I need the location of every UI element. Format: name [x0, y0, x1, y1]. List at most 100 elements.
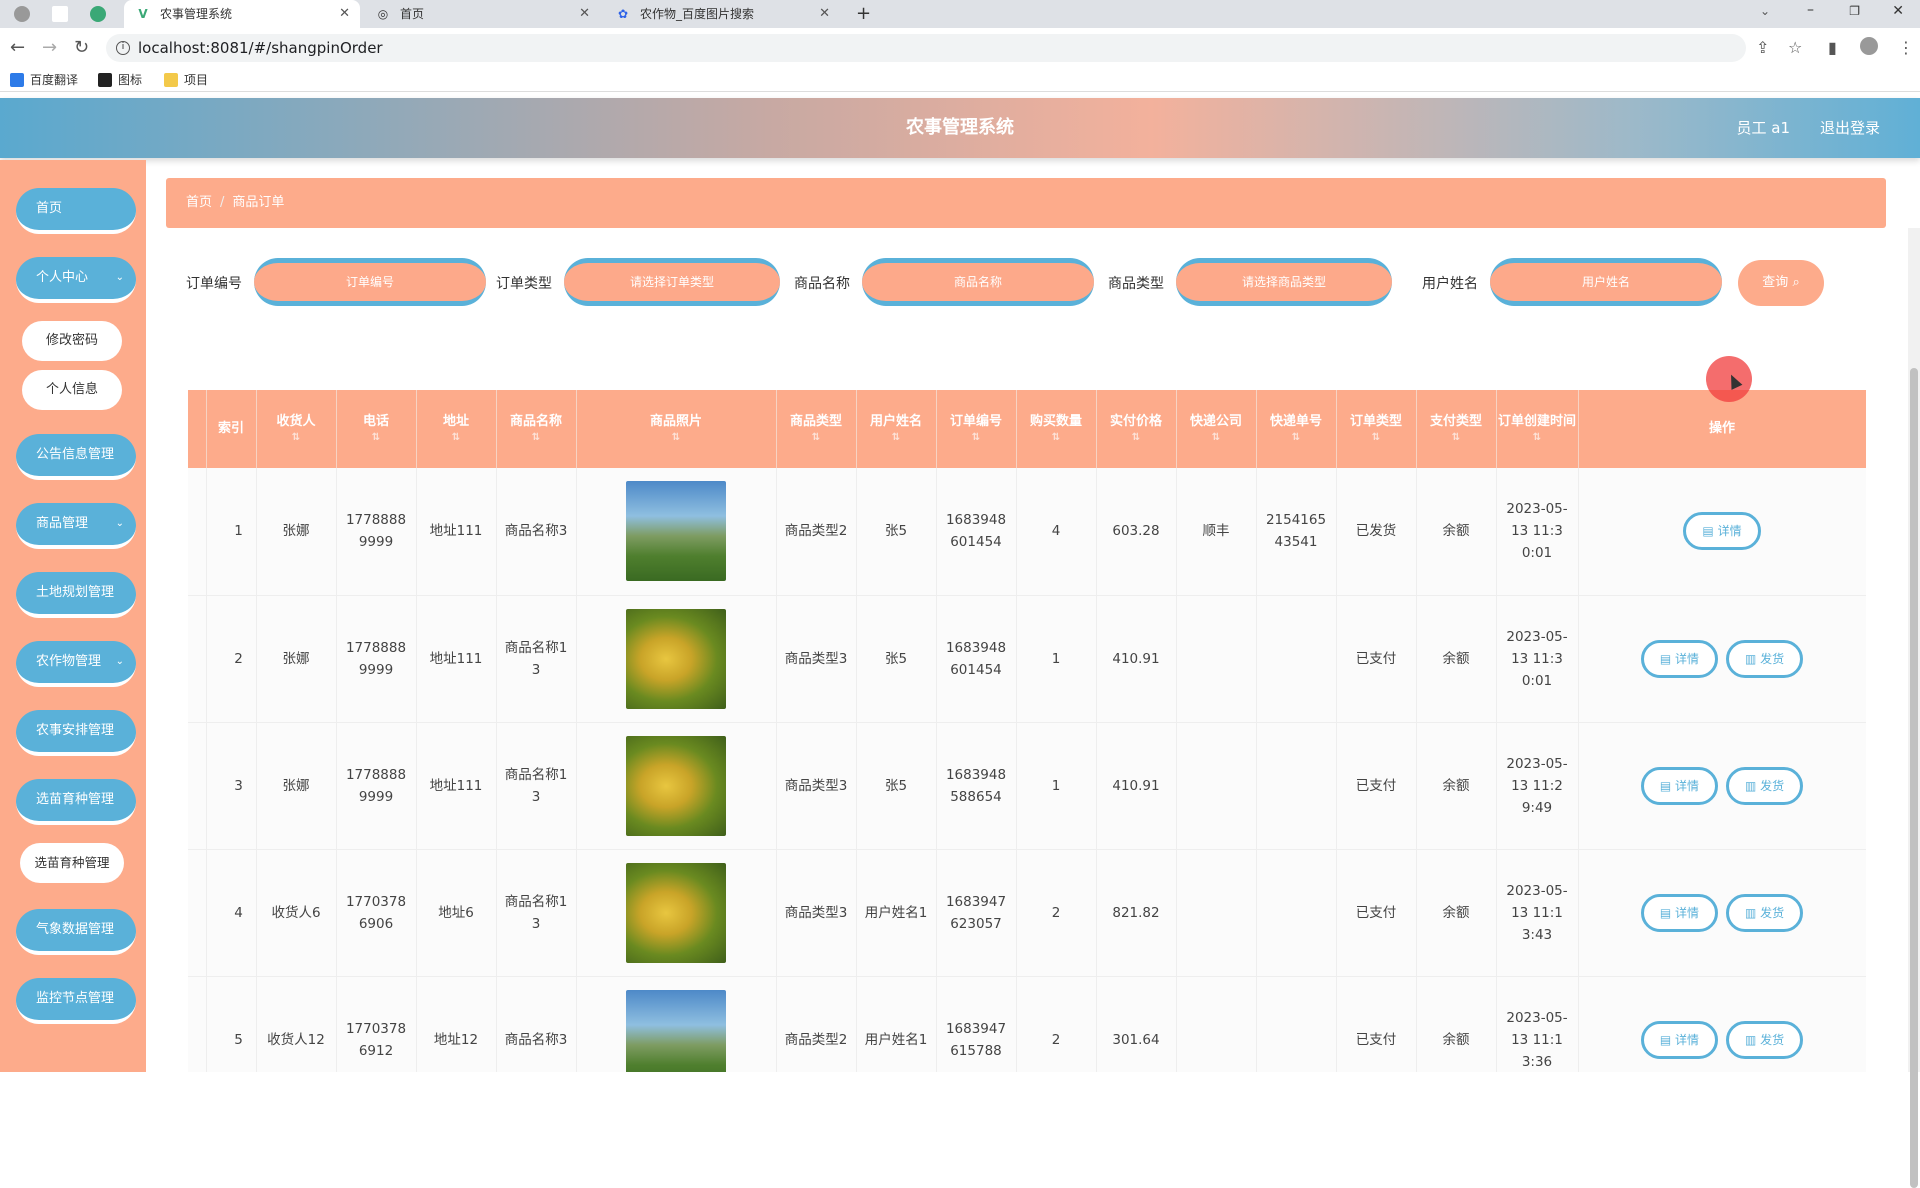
ship-button[interactable]: ▥ 发货 — [1726, 893, 1804, 932]
logout-button[interactable]: 退出登录 — [1820, 98, 1880, 158]
sort-icon[interactable]: ⇅ — [337, 431, 416, 445]
sort-icon[interactable]: ⇅ — [1417, 431, 1496, 445]
column-header[interactable]: 收货人 ⇅ — [256, 390, 337, 468]
back-icon[interactable]: ← — [10, 37, 25, 59]
sidebar-sub-personal-info[interactable]: 个人信息 — [22, 370, 122, 410]
sidepanel-icon[interactable]: ▮ — [1828, 38, 1837, 57]
bookmark-item[interactable]: 项目 — [164, 72, 208, 88]
column-header[interactable]: 购买数量 ⇅ — [1016, 390, 1097, 468]
sidebar-item-weather[interactable]: 气象数据管理 — [16, 909, 136, 955]
pinned-tab-vue-icon[interactable] — [90, 6, 106, 22]
column-header[interactable]: 支付类型 ⇅ — [1416, 390, 1497, 468]
sort-icon[interactable]: ⇅ — [857, 431, 936, 445]
close-icon[interactable]: ✕ — [579, 0, 590, 28]
sort-icon[interactable]: ⇅ — [1257, 431, 1336, 445]
ship-button[interactable]: ▥ 发货 — [1726, 766, 1804, 805]
chevron-down-icon: ⌄ — [115, 656, 124, 667]
detail-button[interactable]: ▤ 详情 — [1640, 766, 1718, 805]
detail-button[interactable]: ▤ 详情 — [1640, 893, 1718, 932]
sidebar-item-product[interactable]: 商品管理 ⌄ — [16, 503, 136, 549]
breadcrumb-home[interactable]: 首页 — [186, 195, 212, 210]
close-icon[interactable]: ✕ — [819, 0, 830, 28]
detail-button[interactable]: ▤ 详情 — [1683, 512, 1761, 551]
sidebar-item-farm-schedule[interactable]: 农事安排管理 — [16, 710, 136, 756]
order-type-select[interactable]: 请选择订单类型 — [564, 258, 780, 306]
detail-button[interactable]: ▤ 详情 — [1640, 1020, 1718, 1059]
forward-icon[interactable]: → — [42, 37, 57, 59]
sort-icon[interactable]: ⇅ — [937, 431, 1016, 445]
tab-baidu[interactable]: ✿ 农作物_百度图片搜索 ✕ — [604, 0, 840, 28]
sort-icon[interactable]: ⇅ — [497, 431, 576, 445]
sidebar-item-monitor[interactable]: 监控节点管理 — [16, 978, 136, 1024]
table-row: 2 张娜 17788889999 地址111 商品名称13 商品类型3 张5 16839486… — [188, 595, 1866, 723]
menu-icon[interactable]: ⋮ — [1898, 38, 1914, 57]
sort-icon[interactable]: ⇅ — [1177, 431, 1256, 445]
new-tab-icon[interactable]: + — [848, 0, 878, 28]
restore-icon[interactable]: ❐ — [1849, 4, 1860, 18]
ship-button[interactable]: ▥ 发货 — [1726, 1020, 1804, 1059]
scrollbar-thumb[interactable] — [1910, 368, 1918, 1188]
cell-idx: 1 — [206, 468, 257, 596]
column-header[interactable]: 商品照片 ⇅ — [576, 390, 777, 468]
sidebar-sub-seedling[interactable]: 选苗育种管理 — [20, 843, 124, 883]
column-header[interactable]: 快递单号 ⇅ — [1256, 390, 1337, 468]
product-type-select[interactable]: 请选择商品类型 — [1176, 258, 1392, 306]
detail-button[interactable]: ▤ 详情 — [1640, 639, 1718, 678]
star-icon[interactable]: ☆ — [1788, 38, 1802, 57]
cell-paytype: 余额 — [1416, 976, 1497, 1072]
cell-uname: 用户姓名1 — [856, 849, 937, 977]
folder-icon — [164, 73, 178, 87]
sort-icon[interactable]: ⇅ — [417, 431, 496, 445]
tab-active[interactable]: V 农事管理系统 ✕ — [124, 0, 360, 28]
cell-photo — [576, 849, 777, 977]
column-header[interactable]: 用户姓名 ⇅ — [856, 390, 937, 468]
sort-icon[interactable]: ⇅ — [1337, 431, 1416, 445]
sidebar-item-notice[interactable]: 公告信息管理 — [16, 434, 136, 480]
window-close-icon[interactable]: ✕ — [1892, 3, 1904, 19]
share-icon[interactable]: ⇪ — [1756, 38, 1769, 57]
sort-icon[interactable]: ⇅ — [577, 431, 776, 445]
pinned-tab-icon[interactable] — [52, 6, 68, 22]
reload-icon[interactable]: ↻ — [74, 37, 89, 59]
bookmark-item[interactable]: 图标 — [98, 72, 142, 88]
chevron-down-icon[interactable]: ⌄ — [1760, 4, 1770, 18]
sidebar-sub-change-password[interactable]: 修改密码 — [22, 321, 122, 361]
column-header[interactable]: 实付价格 ⇅ — [1096, 390, 1177, 468]
column-header[interactable]: 商品类型 ⇅ — [776, 390, 857, 468]
sidebar-item-home[interactable]: 首页 — [16, 188, 136, 234]
product-name-input[interactable]: 商品名称 — [862, 258, 1094, 306]
cell-order_no: 1683948601454 — [936, 468, 1017, 596]
url-input[interactable]: i localhost:8081/#/shangpinOrder — [106, 34, 1746, 62]
info-icon[interactable]: i — [116, 41, 130, 55]
column-header[interactable]: 电话 ⇅ — [336, 390, 417, 468]
sidebar-item-crop[interactable]: 农作物管理 ⌄ — [16, 641, 136, 687]
profile-avatar-icon[interactable] — [1860, 37, 1878, 55]
sidebar-item-seedling[interactable]: 选苗育种管理 — [16, 779, 136, 825]
chevron-down-icon: ⌄ — [115, 518, 124, 529]
cell-otype: 已支付 — [1336, 595, 1417, 723]
sidebar-item-land[interactable]: 土地规划管理 — [16, 572, 136, 618]
tab-home[interactable]: ◎ 首页 ✕ — [364, 0, 600, 28]
pinned-tab-icon[interactable] — [14, 6, 30, 22]
order-no-input[interactable]: 订单编号 — [254, 258, 486, 306]
column-header[interactable]: 地址 ⇅ — [416, 390, 497, 468]
sidebar-item-personal-center[interactable]: 个人中心 ⌄ — [16, 257, 136, 303]
sort-icon[interactable]: ⇅ — [257, 431, 336, 445]
sort-icon[interactable]: ⇅ — [777, 431, 856, 445]
query-button[interactable]: 查询 ⌕ — [1738, 260, 1824, 306]
ship-button[interactable]: ▥ 发货 — [1726, 639, 1804, 678]
sort-icon[interactable]: ⇅ — [1097, 431, 1176, 445]
minimize-icon[interactable]: – — [1807, 2, 1814, 18]
column-header[interactable]: 商品名称 ⇅ — [496, 390, 577, 468]
column-header[interactable]: 快递公司 ⇅ — [1176, 390, 1257, 468]
sort-icon[interactable]: ⇅ — [1497, 431, 1578, 445]
sort-icon[interactable]: ⇅ — [1017, 431, 1096, 445]
url-text: localhost:8081/#/shangpinOrder — [138, 39, 383, 57]
column-header[interactable]: 订单创建时间 ⇅ — [1496, 390, 1579, 468]
bookmark-item[interactable]: 百度翻译 — [10, 72, 78, 88]
close-icon[interactable]: ✕ — [339, 0, 350, 28]
column-header[interactable]: 订单类型 ⇅ — [1336, 390, 1417, 468]
user-name-input[interactable]: 用户姓名 — [1490, 258, 1722, 306]
column-header[interactable]: 订单编号 ⇅ — [936, 390, 1017, 468]
page-scrollbar[interactable] — [1908, 228, 1920, 1188]
